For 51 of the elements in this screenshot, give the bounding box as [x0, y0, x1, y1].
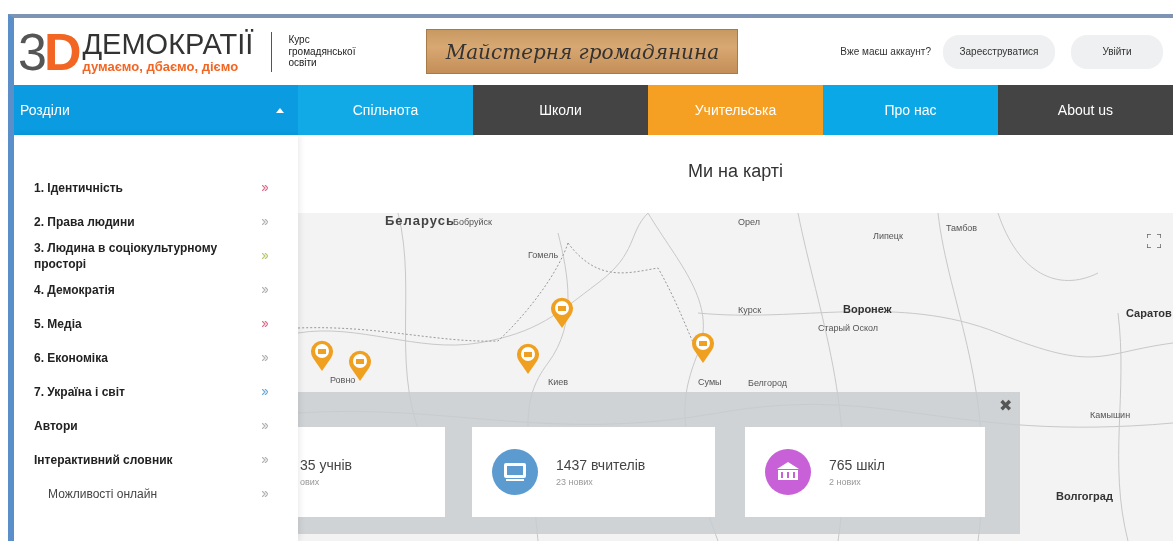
map-label: Камышин: [1090, 410, 1131, 420]
section-title: Ми на карті: [686, 161, 785, 182]
map-label: Беларусь: [385, 213, 455, 228]
map-label: Курск: [738, 305, 762, 315]
map-label: Киев: [548, 377, 569, 387]
monitor-icon: [492, 449, 538, 495]
map-label: Волгоград: [1056, 490, 1113, 502]
map-label: Саратов: [1126, 307, 1172, 319]
map-label: Старый Оскол: [818, 323, 879, 333]
stat-new-count: ових: [300, 477, 321, 487]
account-prompt: Вже маєш аккаунт?: [840, 46, 931, 57]
stat-new-count: 2 нових: [829, 477, 862, 487]
sidebar-item[interactable]: 6. Економіка: [34, 349, 219, 367]
map-pin-icon[interactable]: [550, 297, 574, 329]
stat-count: 35 учнів: [300, 457, 353, 473]
nav-tab[interactable]: About us: [998, 85, 1173, 135]
sidebar-item[interactable]: Інтерактивний словник: [34, 451, 219, 469]
sidebar-item[interactable]: 3. Людина в соціокультурному просторі: [34, 239, 219, 273]
sidebar-item[interactable]: 1. Ідентичність: [34, 179, 219, 197]
caret-icon: [276, 106, 284, 114]
login-button[interactable]: Увійти: [1071, 34, 1163, 69]
sidebar-item[interactable]: 2. Права людини: [34, 213, 219, 231]
map-pin-icon[interactable]: [310, 340, 334, 372]
map-label: Белгород: [748, 378, 788, 388]
logo-name: ДЕМОКРАТІЇ: [82, 29, 254, 59]
map-label: Орел: [738, 217, 760, 227]
close-button[interactable]: ✖: [999, 396, 1012, 415]
banner-link[interactable]: Майстерня громадянина: [426, 29, 739, 74]
map-label: Тамбов: [946, 223, 978, 233]
school-building-icon: [765, 449, 811, 495]
register-button[interactable]: Зареєструватися: [943, 34, 1055, 69]
sidebar-item[interactable]: 4. Демократія: [34, 281, 219, 299]
course-title: Курс громадянської освіти: [288, 34, 357, 69]
nav-tab[interactable]: Школи: [473, 85, 648, 135]
map-label: Липецк: [873, 231, 903, 241]
logo-mark: 3D: [18, 25, 79, 78]
stat-count: 765 шкіл: [829, 457, 885, 473]
map-pin-icon[interactable]: [691, 332, 715, 364]
sidebar-item[interactable]: 5. Медіа: [34, 315, 219, 333]
map-pin-icon[interactable]: [516, 343, 540, 375]
sidebar-subitem[interactable]: Можливості онлайн: [34, 485, 233, 503]
sidebar-item[interactable]: 7. Україна і світ: [34, 383, 219, 401]
stat-new-count: 23 нових: [556, 477, 594, 487]
stat-count: 1437 вчителів: [556, 457, 646, 473]
sidebar-item[interactable]: Автори: [34, 417, 219, 435]
map-label: Бобруйск: [453, 217, 492, 227]
map-label: Сумы: [698, 377, 722, 387]
fullscreen-icon[interactable]: [1147, 234, 1161, 248]
map-label: Гомель: [528, 250, 559, 260]
map-label: Ровно: [330, 375, 356, 385]
map-label: Воронеж: [843, 303, 892, 315]
